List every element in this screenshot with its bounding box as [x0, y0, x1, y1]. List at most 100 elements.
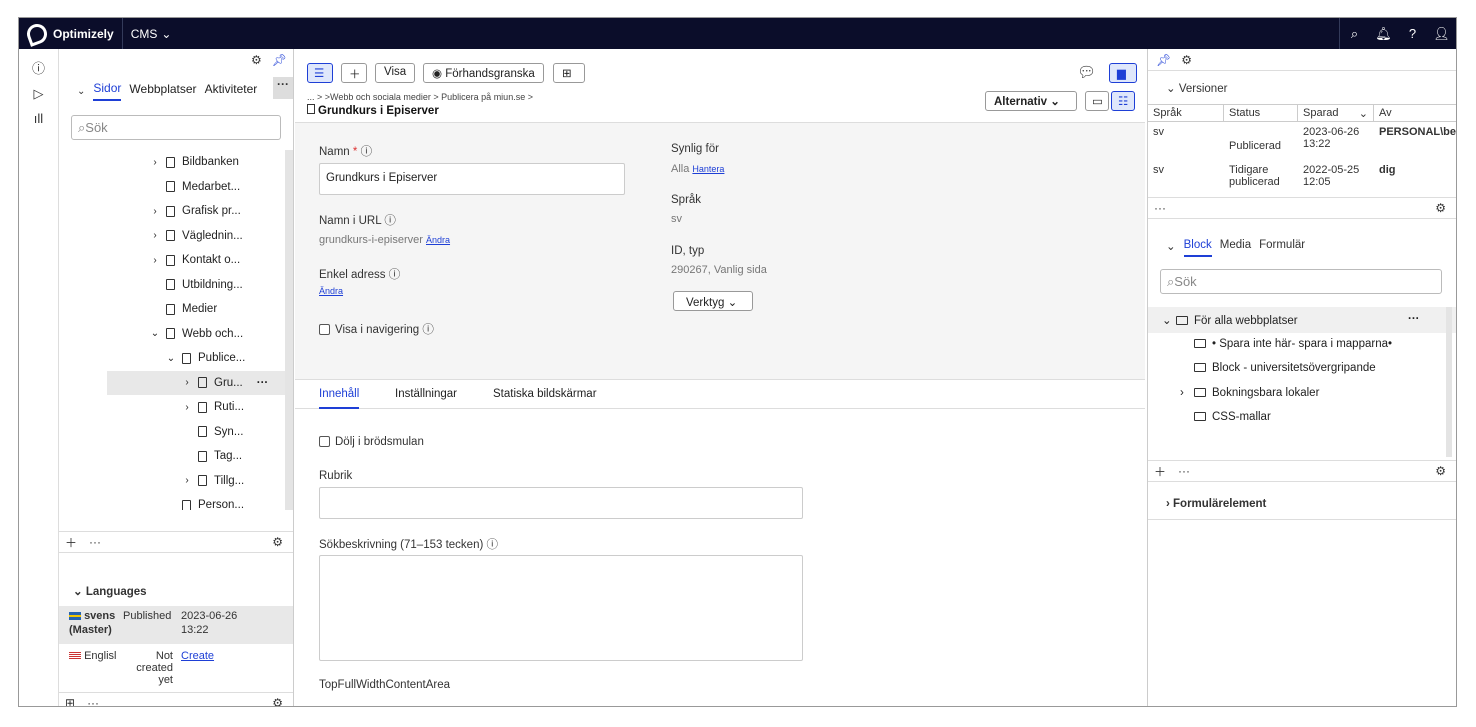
settings-icon[interactable]: ⚙ [1429, 464, 1452, 478]
block-search-input[interactable]: ⌕Sök [1160, 269, 1442, 294]
alternativ-dropdown[interactable]: Alternativ ⌄ [985, 91, 1077, 111]
chevron-right-icon[interactable]: › [181, 377, 193, 388]
tab-sidor[interactable]: Sidor [93, 81, 122, 101]
tab-innehall[interactable]: Innehåll [319, 388, 360, 409]
layout-view-button[interactable]: ▭ [1085, 91, 1109, 111]
compare-button[interactable]: ⊞ [553, 63, 585, 83]
tree-item[interactable]: › Tillg... [59, 469, 293, 494]
help-icon[interactable]: ⓘ [389, 269, 401, 281]
breadcrumb[interactable]: ... > >Webb och sociala medier > Publice… [307, 92, 533, 102]
tree-item[interactable]: › Kontakt o... [59, 248, 293, 273]
rubrik-input[interactable] [319, 487, 803, 519]
chevron-right-icon[interactable]: › [181, 475, 193, 486]
andra-enkel-link[interactable]: Ändra [319, 286, 343, 296]
col-status[interactable]: Status [1224, 105, 1298, 121]
block-folder[interactable]: CSS-mallar [1194, 411, 1271, 423]
chevron-down-icon[interactable]: ⌄ [165, 353, 177, 364]
info-icon[interactable]: ⓘ [19, 58, 58, 77]
block-folder[interactable]: • Spara inte här- spara i mapparna• [1194, 338, 1392, 350]
page-tree-toggle-button[interactable]: ☰ [307, 63, 333, 83]
chevron-down-icon[interactable]: ⌄ [77, 86, 85, 97]
assets-toggle-button[interactable]: ▆ [1109, 63, 1137, 83]
hantera-link[interactable]: Hantera [692, 164, 724, 174]
chevron-right-icon[interactable]: › [149, 157, 161, 168]
tree-item[interactable]: Utbildning... [59, 273, 293, 298]
dolj-checkbox[interactable]: Dölj i brödsmulan [319, 436, 424, 448]
tab-media[interactable]: Media [1220, 239, 1251, 257]
namn-input[interactable]: Grundkurs i Episerver [319, 163, 625, 195]
compare-icon[interactable]: ⊞ [59, 696, 81, 706]
checkbox-icon[interactable] [319, 436, 330, 448]
tab-statiska[interactable]: Statiska bildskärmar [493, 388, 597, 400]
bell-icon[interactable]: 🔔︎ [1369, 26, 1398, 42]
add-icon[interactable]: ＋ [1148, 463, 1172, 480]
tree-item[interactable]: Tag... [59, 444, 293, 469]
pin-icon[interactable]: 📌︎ [272, 53, 287, 67]
settings-icon[interactable]: ⚙ [1181, 53, 1192, 67]
settings-icon[interactable]: ⚙ [251, 53, 262, 67]
tree-item[interactable]: ⌄ Publice... [59, 346, 293, 371]
add-icon[interactable]: ＋ [59, 534, 83, 551]
tab-block[interactable]: Block [1183, 239, 1212, 257]
more-options-icon[interactable]: ··· [1148, 201, 1172, 215]
language-row-master[interactable]: svens (Master) Published 2023-06-26 13:2… [59, 606, 293, 644]
preview-button[interactable]: ◉ Förhandsgranska [423, 63, 544, 83]
more-options-icon[interactable]: ··· [1172, 464, 1196, 478]
settings-icon[interactable]: ⚙ [266, 696, 289, 706]
more-options-icon[interactable]: ··· [1408, 313, 1420, 325]
tree-item[interactable]: › Ruti... [59, 395, 293, 420]
block-folder[interactable]: › Bokningsbara lokaler [1180, 387, 1319, 399]
tree-item[interactable]: Medier [59, 297, 293, 322]
tab-formular[interactable]: Formulär [1259, 239, 1305, 257]
product-switcher[interactable]: CMS ⌄ [123, 18, 180, 49]
form-elements-heading[interactable]: › Formulärelement [1166, 498, 1266, 510]
tree-item[interactable]: Medarbet... [59, 175, 293, 200]
languages-heading[interactable]: ⌄ Languages [59, 576, 293, 606]
help-icon[interactable]: ⓘ [422, 324, 434, 336]
help-icon[interactable]: ⓘ [384, 215, 396, 227]
chevron-right-icon[interactable]: › [149, 230, 161, 241]
tree-item[interactable]: › Gru... ··· [107, 370, 293, 395]
chevron-right-icon[interactable]: › [181, 402, 193, 413]
help-icon[interactable]: ? [1398, 26, 1427, 41]
verktyg-dropdown[interactable]: Verktyg ⌄ [673, 291, 753, 311]
more-options-button[interactable]: ··· [273, 77, 293, 99]
col-av[interactable]: Av [1374, 105, 1456, 121]
tab-aktiviteter[interactable]: Aktiviteter [205, 82, 258, 100]
tree-item[interactable]: › Bildbanken [59, 150, 293, 175]
col-sparad[interactable]: Sparad ⌄ [1298, 105, 1374, 121]
visa-button[interactable]: Visa [375, 63, 416, 83]
search-icon[interactable]: ⌕ [1340, 26, 1369, 42]
chevron-right-icon[interactable]: › [1180, 387, 1194, 399]
pin-icon[interactable]: 📌︎ [1156, 53, 1171, 67]
tree-search-input[interactable]: ⌕Sök [71, 115, 281, 140]
tree-item[interactable]: ⌄ Webb och... [59, 322, 293, 347]
list-view-button[interactable]: ☷ [1111, 91, 1135, 111]
col-sprak[interactable]: Språk [1148, 105, 1224, 121]
versions-heading[interactable]: ⌄ Versioner [1166, 81, 1227, 95]
block-folder[interactable]: Block - universitetsövergripande [1194, 362, 1376, 374]
pages-icon[interactable]: ▷ [19, 86, 58, 102]
version-row[interactable]: sv Tidigare publicerad 2022-05-25 12:05 d… [1148, 160, 1456, 198]
settings-icon[interactable]: ⚙ [1429, 201, 1452, 215]
andra-url-link[interactable]: Ändra [426, 235, 450, 245]
more-options-icon[interactable]: ··· [81, 696, 105, 706]
version-row[interactable]: sv Publicerad 2023-06-26 13:22 PERSONAL\b… [1148, 122, 1456, 160]
add-button[interactable]: ＋ [341, 63, 367, 83]
chevron-right-icon[interactable]: › [149, 206, 161, 217]
tree-scrollbar[interactable] [285, 150, 293, 510]
block-folder[interactable]: ⌄ För alla webbplatser ··· [1162, 313, 1420, 327]
chevron-right-icon[interactable]: › [149, 255, 161, 266]
analytics-icon[interactable]: ıll [19, 111, 58, 126]
help-icon[interactable]: ⓘ [487, 539, 499, 551]
tree-item[interactable]: › Väglednin... [59, 224, 293, 249]
block-tree-scrollbar[interactable] [1446, 307, 1452, 457]
tree-item[interactable]: Syn... [59, 420, 293, 445]
tree-item[interactable]: › Grafisk pr... [59, 199, 293, 224]
more-options-icon[interactable]: ··· [257, 377, 269, 389]
tab-installningar[interactable]: Inställningar [395, 388, 457, 400]
create-language-link[interactable]: Create [181, 650, 214, 662]
checkbox-icon[interactable] [319, 324, 330, 336]
tree-item[interactable]: Person... [59, 493, 293, 510]
chevron-down-icon[interactable]: ⌄ [1166, 239, 1176, 257]
